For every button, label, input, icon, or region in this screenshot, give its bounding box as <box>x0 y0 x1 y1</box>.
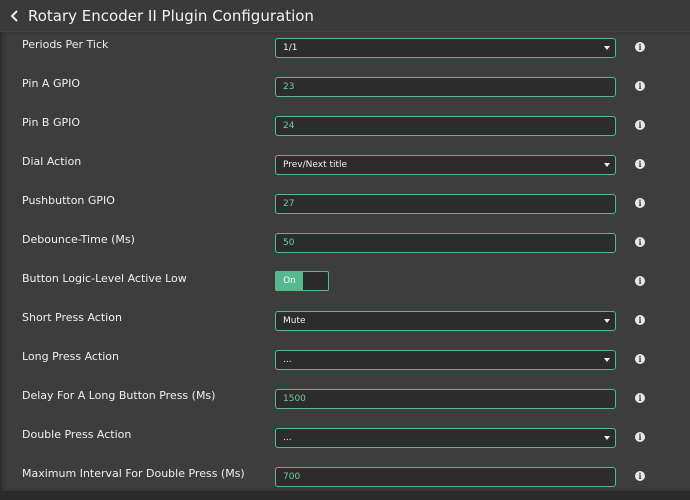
double-press-action-select[interactable]: ... <box>275 428 616 448</box>
input-value: 27 <box>283 199 295 209</box>
chevron-down-icon <box>604 358 610 362</box>
setting-label: Button Logic-Level Active Low <box>22 272 187 285</box>
input-value: 700 <box>283 472 301 482</box>
active-low-toggle[interactable]: On <box>275 271 329 291</box>
setting-row-pin-a-gpio: Pin A GPIO 23 i <box>1 71 690 110</box>
setting-row-debounce-time: Debounce-Time (Ms) 50 i <box>1 227 690 266</box>
setting-label: Debounce-Time (Ms) <box>22 233 135 246</box>
chevron-down-icon <box>604 319 610 323</box>
setting-label: Double Press Action <box>22 428 132 441</box>
setting-label: Periods Per Tick <box>22 38 109 51</box>
select-value: Mute <box>283 316 306 326</box>
select-value: 1/1 <box>283 43 298 53</box>
long-press-action-select[interactable]: ... <box>275 350 616 370</box>
setting-label: Pin A GPIO <box>22 77 80 90</box>
info-icon[interactable]: i <box>635 120 645 130</box>
setting-label: Pin B GPIO <box>22 116 81 129</box>
select-value: ... <box>283 433 292 443</box>
setting-row-pin-b-gpio: Pin B GPIO 24 i <box>1 110 690 149</box>
dial-action-select[interactable]: Prev/Next title <box>275 155 616 175</box>
setting-row-double-press-interval: Maximum Interval For Double Press (Ms) 7… <box>1 461 690 500</box>
info-icon[interactable]: i <box>635 354 645 364</box>
input-value: 24 <box>283 121 295 131</box>
input-value: 1500 <box>283 394 306 404</box>
toggle-knob <box>303 272 328 290</box>
select-value: Prev/Next title <box>283 160 348 170</box>
info-icon[interactable]: i <box>635 432 645 442</box>
info-icon[interactable]: i <box>635 276 645 286</box>
info-icon[interactable]: i <box>635 198 645 208</box>
setting-label: Long Press Action <box>22 350 120 363</box>
info-icon[interactable]: i <box>635 42 645 52</box>
toggle-on-label: On <box>276 272 303 290</box>
header-bar: Rotary Encoder II Plugin Configuration <box>0 0 690 32</box>
settings-panel: Periods Per Tick 1/1 i Pin A GPIO 23 i P… <box>0 32 690 491</box>
setting-label: Dial Action <box>22 155 82 168</box>
setting-label: Maximum Interval For Double Press (Ms) <box>22 467 245 480</box>
chevron-down-icon <box>604 46 610 50</box>
pin-b-gpio-input[interactable]: 24 <box>275 116 616 136</box>
setting-label: Short Press Action <box>22 311 122 324</box>
setting-row-long-press-action: Long Press Action ... i <box>1 344 690 383</box>
info-icon[interactable]: i <box>635 315 645 325</box>
setting-row-short-press-action: Short Press Action Mute i <box>1 305 690 344</box>
setting-row-double-press-action: Double Press Action ... i <box>1 422 690 461</box>
info-icon[interactable]: i <box>635 81 645 91</box>
input-value: 50 <box>283 238 295 248</box>
info-icon[interactable]: i <box>635 393 645 403</box>
setting-row-periods-per-tick: Periods Per Tick 1/1 i <box>1 32 690 71</box>
setting-label: Pushbutton GPIO <box>22 194 115 207</box>
page-title: Rotary Encoder II Plugin Configuration <box>28 6 314 25</box>
periods-per-tick-select[interactable]: 1/1 <box>275 38 616 58</box>
info-icon[interactable]: i <box>635 471 645 481</box>
long-press-delay-input[interactable]: 1500 <box>275 389 616 409</box>
setting-row-pushbutton-gpio: Pushbutton GPIO 27 i <box>1 188 690 227</box>
short-press-action-select[interactable]: Mute <box>275 311 616 331</box>
setting-row-dial-action: Dial Action Prev/Next title i <box>1 149 690 188</box>
setting-row-long-press-delay: Delay For A Long Button Press (Ms) 1500 … <box>1 383 690 422</box>
setting-row-logic-level: Button Logic-Level Active Low On i <box>1 266 690 305</box>
double-press-interval-input[interactable]: 700 <box>275 467 616 487</box>
chevron-down-icon <box>604 163 610 167</box>
select-value: ... <box>283 355 292 365</box>
info-icon[interactable]: i <box>635 237 645 247</box>
pushbutton-gpio-input[interactable]: 27 <box>275 194 616 214</box>
chevron-down-icon <box>604 436 610 440</box>
input-value: 23 <box>283 82 295 92</box>
chevron-left-icon[interactable] <box>8 9 22 23</box>
info-icon[interactable]: i <box>635 159 645 169</box>
pin-a-gpio-input[interactable]: 23 <box>275 77 616 97</box>
debounce-time-input[interactable]: 50 <box>275 233 616 253</box>
setting-label: Delay For A Long Button Press (Ms) <box>22 389 216 402</box>
